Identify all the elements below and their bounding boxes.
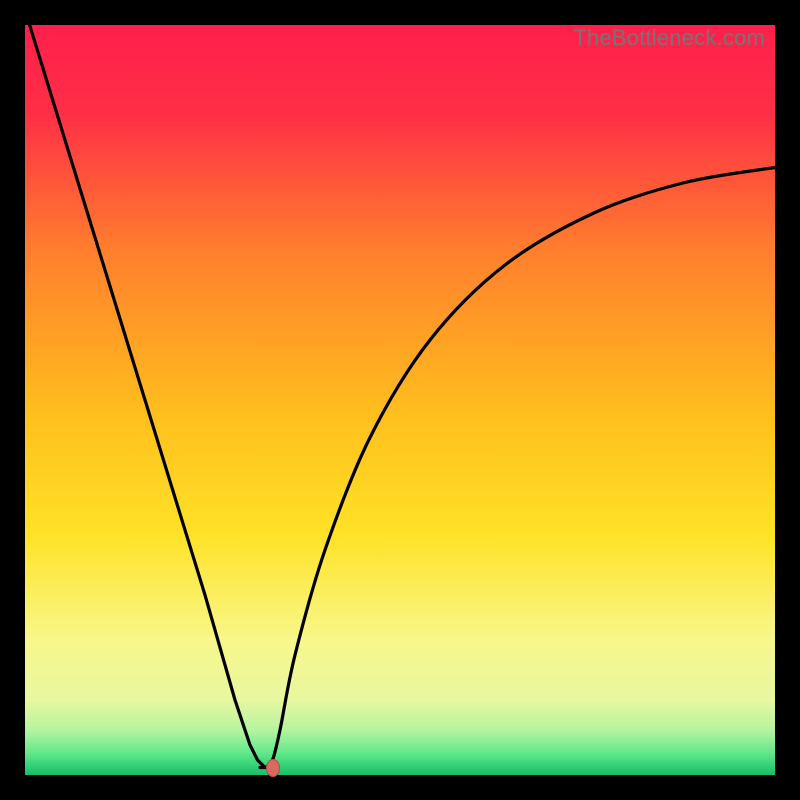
watermark-text: TheBottleneck.com [573, 25, 765, 51]
background-gradient [25, 25, 775, 775]
min-marker [266, 759, 280, 777]
plot-frame: TheBottleneck.com [25, 25, 775, 775]
